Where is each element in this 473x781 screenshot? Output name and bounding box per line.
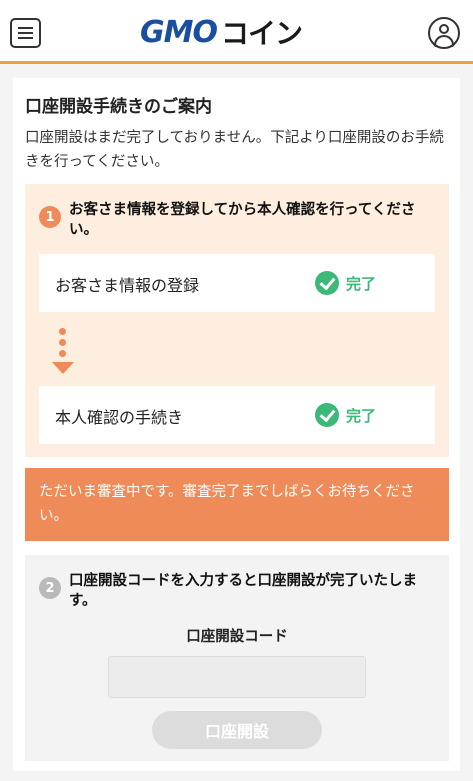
user-account-icon[interactable] — [428, 17, 460, 49]
hamburger-menu-icon[interactable] — [10, 18, 41, 48]
identity-verification-status-text: 完了 — [346, 406, 377, 425]
step-2-heading: 口座開設コードを入力すると口座開設が完了いたします。 — [69, 573, 417, 609]
account-code-input[interactable] — [108, 656, 366, 698]
page-title: 口座開設手続きのご案内 — [25, 97, 212, 117]
review-notice-banner: ただいま審査中です。審査完了までしばらくお待ちください。 — [25, 468, 449, 541]
identity-verification-row: 本人確認の手続き 完了 — [39, 386, 435, 444]
account-code-label: 口座開設コード — [186, 629, 288, 645]
identity-verification-label: 本人確認の手続き — [55, 408, 184, 427]
customer-info-status: 完了 — [315, 271, 376, 295]
customer-info-status-text: 完了 — [346, 274, 377, 293]
app-header: GMO コイン — [0, 0, 473, 64]
customer-info-row: お客さま情報の登録 完了 — [39, 254, 435, 312]
step-1-section: 1 お客さま情報を登録してから本人確認を行ってください。 お客さま情報の登録 完… — [25, 184, 449, 457]
step-2-number-badge: 2 — [39, 577, 61, 599]
logo-coin-text: コイン — [220, 17, 303, 50]
step-2-section: 2 口座開設コードを入力すると口座開設が完了いたします。 口座開設コード 口座開… — [25, 555, 449, 761]
step-1-number-badge: 1 — [39, 206, 61, 228]
step-1-heading: お客さま情報を登録してから本人確認を行ってください。 — [69, 202, 416, 238]
check-circle-icon — [315, 271, 339, 295]
check-circle-icon — [315, 403, 339, 427]
down-arrow-icon — [51, 326, 75, 376]
customer-info-label: お客さま情報の登録 — [55, 276, 200, 295]
open-account-button[interactable]: 口座開設 — [152, 711, 322, 749]
gmo-coin-logo[interactable]: GMO コイン — [140, 14, 303, 51]
logo-gmo-text: GMO — [140, 14, 218, 50]
page-description: 口座開設はまだ完了しておりません。下記より口座開設のお手続きを行ってください。 — [25, 130, 444, 170]
identity-verification-status: 完了 — [315, 403, 376, 427]
account-opening-card: 口座開設手続きのご案内 口座開設はまだ完了しておりません。下記より口座開設のお手… — [13, 78, 460, 771]
